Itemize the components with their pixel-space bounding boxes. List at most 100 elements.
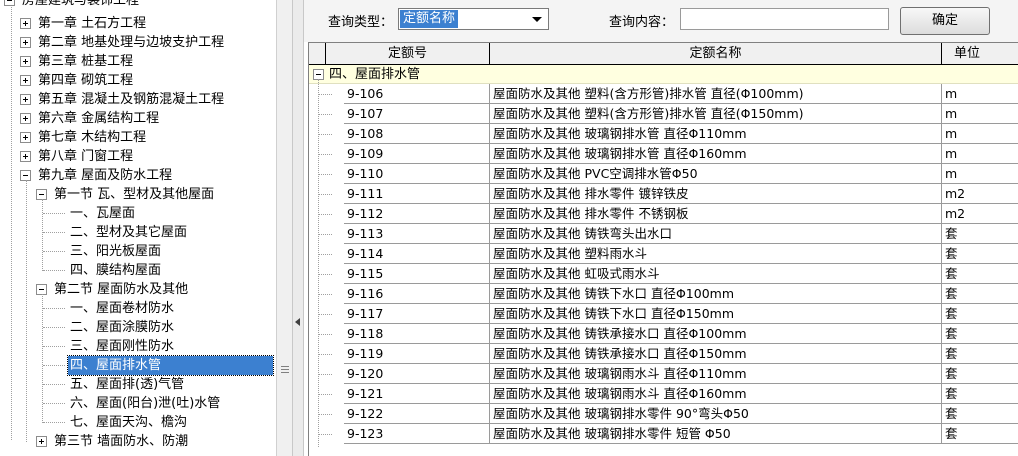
confirm-button[interactable]: 确定 — [900, 7, 990, 35]
cell-name[interactable]: 屋面防水及其他 铸铁承接水口 直径Φ100mm — [490, 324, 942, 344]
table-row[interactable]: 9-113 屋面防水及其他 铸铁弯头出水口套 — [309, 224, 1018, 244]
query-type-select[interactable]: 定额名称 — [398, 8, 549, 30]
cell-name[interactable]: 屋面防水及其他 铸铁承接水口 直径Φ150mm — [490, 344, 942, 364]
cell-unit[interactable]: m — [942, 164, 1018, 184]
table-row[interactable]: 9-111 屋面防水及其他 排水零件 镀锌铁皮 m2 — [309, 184, 1018, 204]
cell-code[interactable]: 9-117 — [344, 304, 490, 324]
cell-name[interactable]: 屋面防水及其他 玻璃钢排水零件 短管 Φ50 — [490, 424, 942, 444]
cell-name[interactable]: 屋面防水及其他 玻璃钢雨水斗 直径Φ110mm — [490, 364, 942, 384]
dropdown-arrow-icon[interactable] — [532, 17, 542, 22]
cell-unit[interactable]: m — [942, 124, 1018, 144]
table-row[interactable]: 9-107 屋面防水及其他 塑料(含方形管)排水管 直径(Φ150mm) m — [309, 104, 1018, 124]
table-row[interactable]: 9-120 屋面防水及其他 玻璃钢雨水斗 直径Φ110mm 套 — [309, 364, 1018, 384]
table-row[interactable]: 9-108 屋面防水及其他 玻璃钢排水管 直径Φ110mm m — [309, 124, 1018, 144]
cell-unit[interactable]: 套 — [942, 364, 1018, 384]
cell-name[interactable]: 屋面防水及其他 塑料雨水斗 — [490, 244, 942, 264]
table-row[interactable]: 9-106 屋面防水及其他 塑料(含方形管)排水管 直径(Φ100mm) m — [309, 84, 1018, 104]
row-connector — [318, 114, 332, 115]
row-connector — [318, 294, 332, 295]
panel-splitter[interactable] — [292, 0, 304, 456]
cell-unit[interactable]: 套 — [942, 224, 1018, 244]
cell-unit[interactable]: m — [942, 144, 1018, 164]
cell-code[interactable]: 9-119 — [344, 344, 490, 364]
cell-unit[interactable]: m2 — [942, 184, 1018, 204]
cell-code[interactable]: 9-115 — [344, 264, 490, 284]
cell-code[interactable]: 9-123 — [344, 424, 490, 444]
cell-unit[interactable]: 套 — [942, 304, 1018, 324]
table-row[interactable]: 9-112 屋面防水及其他 排水零件 不锈钢板 m2 — [309, 204, 1018, 224]
cell-code[interactable]: 9-108 — [344, 124, 490, 144]
cell-unit[interactable]: m — [942, 104, 1018, 124]
tree-scrollbar[interactable] — [276, 0, 292, 456]
expand-icon[interactable] — [20, 37, 31, 48]
cell-name[interactable]: 屋面防水及其他 铸铁弯头出水口 — [490, 224, 942, 244]
cell-code[interactable]: 9-106 — [344, 84, 490, 104]
collapse-left-icon[interactable] — [295, 318, 300, 326]
table-row[interactable]: 9-119 屋面防水及其他 铸铁承接水口 直径Φ150mm 套 — [309, 344, 1018, 364]
cell-name[interactable]: 屋面防水及其他 玻璃钢雨水斗 直径Φ160mm — [490, 384, 942, 404]
table-row[interactable]: 9-116 屋面防水及其他 铸铁下水口 直径Φ100mm 套 — [309, 284, 1018, 304]
cell-unit[interactable]: 套 — [942, 424, 1018, 444]
cell-name[interactable]: 屋面防水及其他 PVC空调排水管Φ50 — [490, 164, 942, 184]
cell-name[interactable]: 屋面防水及其他 塑料(含方形管)排水管 直径(Φ100mm) — [490, 84, 942, 104]
expand-icon[interactable] — [20, 132, 31, 143]
cell-code[interactable]: 9-107 — [344, 104, 490, 124]
cell-name[interactable]: 屋面防水及其他 排水零件 不锈钢板 — [490, 204, 942, 224]
cell-unit[interactable]: m2 — [942, 204, 1018, 224]
table-row[interactable]: 9-122 屋面防水及其他 玻璃钢排水零件 90°弯头Φ50 套 — [309, 404, 1018, 424]
header-name[interactable]: 定额名称 — [490, 43, 942, 65]
header-code[interactable]: 定额号 — [326, 43, 490, 65]
expand-icon[interactable] — [20, 113, 31, 124]
cell-unit[interactable]: m — [942, 84, 1018, 104]
table-row[interactable]: 9-118 屋面防水及其他 铸铁承接水口 直径Φ100mm 套 — [309, 324, 1018, 344]
table-row[interactable]: 9-109 屋面防水及其他 玻璃钢排水管 直径Φ160mm m — [309, 144, 1018, 164]
cell-name[interactable]: 屋面防水及其他 排水零件 镀锌铁皮 — [490, 184, 942, 204]
cell-code[interactable]: 9-120 — [344, 364, 490, 384]
table-row[interactable]: 9-123 屋面防水及其他 玻璃钢排水零件 短管 Φ50 套 — [309, 424, 1018, 444]
cell-unit[interactable]: 套 — [942, 244, 1018, 264]
table-row[interactable]: 9-121 屋面防水及其他 玻璃钢雨水斗 直径Φ160mm 套 — [309, 384, 1018, 404]
cell-code[interactable]: 9-118 — [344, 324, 490, 344]
cell-unit[interactable]: 套 — [942, 384, 1018, 404]
expand-icon[interactable] — [20, 151, 31, 162]
table-row[interactable]: 9-110 屋面防水及其他 PVC空调排水管Φ50 m — [309, 164, 1018, 184]
tree-item-label: 四、膜结构屋面 — [70, 263, 162, 278]
cell-unit[interactable]: 套 — [942, 264, 1018, 284]
cell-code[interactable]: 9-111 — [344, 184, 490, 204]
cell-unit[interactable]: 套 — [942, 284, 1018, 304]
cell-name[interactable]: 屋面防水及其他 塑料(含方形管)排水管 直径(Φ150mm) — [490, 104, 942, 124]
header-unit[interactable]: 单位 — [942, 43, 1018, 65]
cell-code[interactable]: 9-122 — [344, 404, 490, 424]
group-row[interactable]: 四、屋面排水管 — [309, 65, 1018, 84]
cell-unit[interactable]: 套 — [942, 324, 1018, 344]
expand-icon[interactable] — [20, 75, 31, 86]
cell-name[interactable]: 屋面防水及其他 玻璃钢排水管 直径Φ110mm — [490, 124, 942, 144]
expand-icon[interactable] — [20, 18, 31, 29]
expand-icon[interactable] — [20, 94, 31, 105]
row-connector — [318, 414, 332, 415]
expand-icon[interactable] — [20, 56, 31, 67]
chapter-tree[interactable]: 房屋建筑与装饰工程 第一章 土石方工程 第二章 地基处理与边坡支护工程 第三章 … — [0, 0, 276, 456]
expand-icon[interactable] — [36, 436, 47, 447]
tree-item-label: 四、屋面排水管 — [67, 355, 274, 376]
cell-code[interactable]: 9-121 — [344, 384, 490, 404]
cell-code[interactable]: 9-110 — [344, 164, 490, 184]
scroll-grip-icon[interactable] — [281, 366, 289, 375]
cell-name[interactable]: 屋面防水及其他 铸铁下水口 直径Φ150mm — [490, 304, 942, 324]
cell-code[interactable]: 9-116 — [344, 284, 490, 304]
cell-code[interactable]: 9-113 — [344, 224, 490, 244]
table-row[interactable]: 9-114 屋面防水及其他 塑料雨水斗套 — [309, 244, 1018, 264]
cell-unit[interactable]: 套 — [942, 404, 1018, 424]
collapse-icon[interactable] — [4, 0, 15, 6]
cell-name[interactable]: 屋面防水及其他 虹吸式雨水斗 — [490, 264, 942, 284]
cell-name[interactable]: 屋面防水及其他 玻璃钢排水零件 90°弯头Φ50 — [490, 404, 942, 424]
cell-code[interactable]: 9-112 — [344, 204, 490, 224]
table-row[interactable]: 9-115 屋面防水及其他 虹吸式雨水斗套 — [309, 264, 1018, 284]
cell-code[interactable]: 9-114 — [344, 244, 490, 264]
cell-unit[interactable]: 套 — [942, 344, 1018, 364]
cell-name[interactable]: 屋面防水及其他 玻璃钢排水管 直径Φ160mm — [490, 144, 942, 164]
cell-code[interactable]: 9-109 — [344, 144, 490, 164]
cell-name[interactable]: 屋面防水及其他 铸铁下水口 直径Φ100mm — [490, 284, 942, 304]
query-content-input[interactable] — [680, 8, 889, 30]
table-row[interactable]: 9-117 屋面防水及其他 铸铁下水口 直径Φ150mm 套 — [309, 304, 1018, 324]
